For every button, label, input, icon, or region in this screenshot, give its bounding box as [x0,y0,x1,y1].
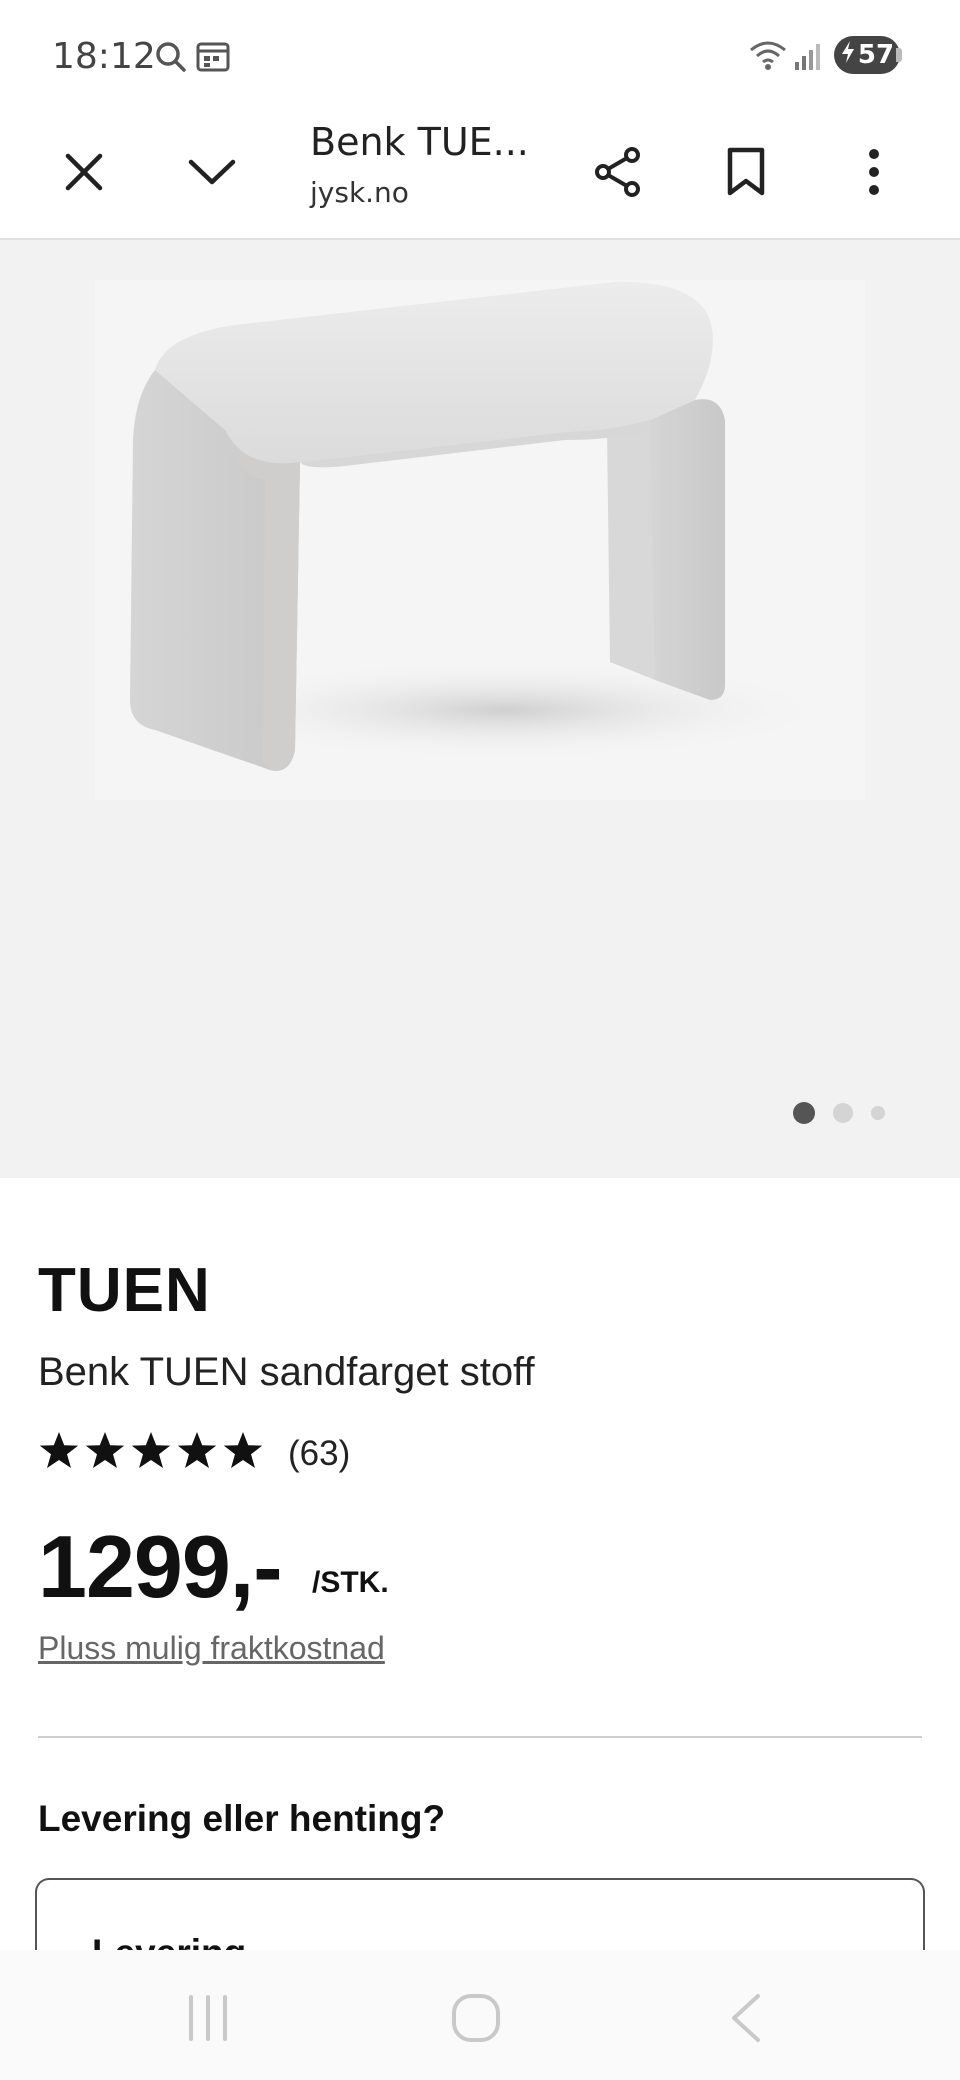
share-icon [592,146,644,203]
battery-tail [896,48,902,62]
more-options-button[interactable] [832,132,916,216]
chevron-down-icon [187,157,237,192]
close-button[interactable] [42,132,126,216]
pagination-dot[interactable] [833,1103,853,1123]
status-bar: 18:12 57 [0,0,960,110]
bookmark-icon [726,147,766,202]
minimize-button[interactable] [170,132,254,216]
back-button[interactable] [706,1990,786,2050]
status-time: 18:12 [52,36,156,77]
gallery-pagination [793,1102,885,1124]
calendar-icon [196,40,230,77]
product-rating[interactable]: (63) [38,1430,350,1477]
share-button[interactable] [576,132,660,216]
product-name: Benk TUEN sandfarget stoff [38,1350,535,1394]
product-brand: TUEN [38,1256,211,1325]
recent-apps-button[interactable] [168,1990,248,2050]
back-icon [728,1992,764,2049]
page-title: Benk TUE... [310,120,529,164]
rating-count: (63) [288,1433,351,1473]
battery-indicator: 57 [834,36,900,74]
pagination-dot-active[interactable] [793,1102,815,1124]
rating-stars [38,1430,266,1477]
product-photo[interactable] [95,280,865,800]
home-button[interactable] [436,1990,516,2050]
close-icon [64,152,104,197]
more-vertical-icon [867,148,881,201]
navigation-bar [0,1950,960,2080]
section-divider [38,1736,922,1738]
product-price: 1299,- [38,1517,283,1616]
wifi-icon [748,38,788,77]
search-icon [154,40,188,79]
page-url: jysk.no [310,176,409,209]
bookmark-button[interactable] [704,132,788,216]
product-image-gallery[interactable] [0,240,960,1178]
battery-level: 57 [857,40,895,70]
signal-icon [794,42,820,75]
recent-apps-icon [185,1993,231,2048]
browser-toolbar: Benk TUE... jysk.no [0,110,960,240]
price-unit: /STK. [312,1566,389,1599]
freight-cost-link[interactable]: Pluss mulig fraktkostnad [38,1630,385,1667]
delivery-heading: Levering eller henting? [38,1798,446,1839]
charging-icon [840,40,856,71]
home-icon [450,1992,502,2049]
pagination-dot[interactable] [871,1106,885,1120]
